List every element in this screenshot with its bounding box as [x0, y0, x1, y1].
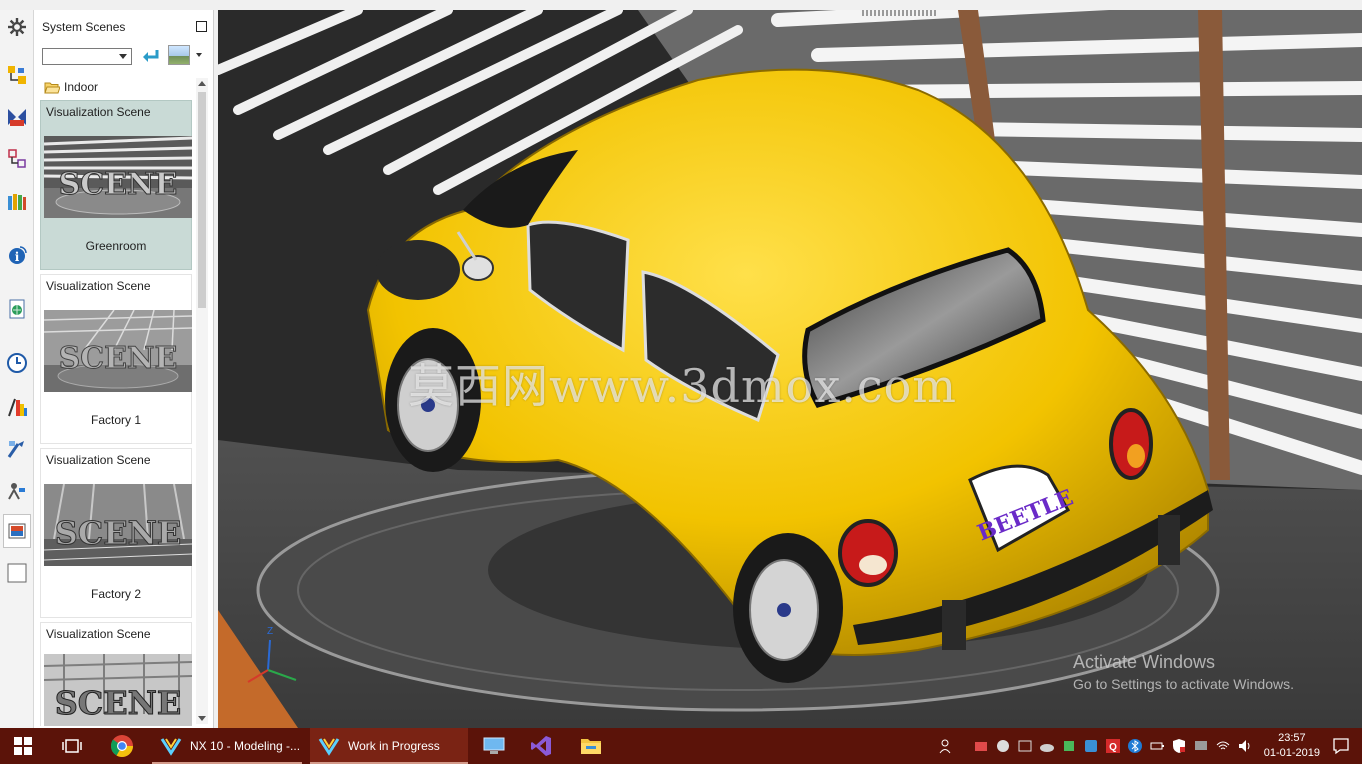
notifications-icon[interactable]: [1332, 737, 1350, 755]
nx-app-icon: [160, 738, 182, 756]
scene-name: Greenroom: [85, 239, 147, 253]
taskbar-app-work-in-progress[interactable]: Work in Progress: [310, 728, 468, 764]
scene-category: Visualization Scene: [46, 627, 151, 641]
taskbar-clock[interactable]: 23:57 01-01-2019: [1264, 731, 1320, 761]
sync-icon[interactable]: [994, 737, 1012, 755]
scene-category: Visualization Scene: [46, 105, 151, 119]
system-tray: Q 23:57 01-01-2019: [936, 728, 1362, 764]
scene-thumbnail: SCENE: [44, 136, 192, 218]
clock-time: 23:57: [1278, 732, 1306, 744]
svg-text:Q: Q: [1109, 742, 1117, 753]
history-icon[interactable]: [4, 350, 30, 376]
scroll-up-arrow-icon[interactable]: [198, 81, 206, 86]
people-icon[interactable]: [938, 737, 956, 755]
clock-date: 01-01-2019: [1263, 747, 1320, 759]
quickheal-icon[interactable]: Q: [1104, 737, 1122, 755]
panel-title: System Scenes: [42, 20, 126, 34]
assembly-navigator-icon[interactable]: [4, 62, 30, 88]
bluetooth-icon[interactable]: [1126, 737, 1144, 755]
process-studio-icon[interactable]: [4, 394, 30, 420]
activate-windows-notice: Activate Windows Go to Settings to activ…: [1073, 652, 1294, 692]
scene-category: Visualization Scene: [46, 279, 151, 293]
panel-scrollbar[interactable]: [196, 78, 208, 724]
svg-text:SCENE: SCENE: [59, 341, 178, 376]
activate-title: Activate Windows: [1073, 652, 1216, 672]
svg-text:SCENE: SCENE: [55, 514, 182, 552]
scene-item-factory-1[interactable]: Visualization Scene SCENE Factory 1: [40, 274, 192, 444]
graphics-window[interactable]: BEETLE Z 莫西网www.3dmox.com Activate Windo…: [218, 10, 1362, 728]
activate-subtitle: Go to Settings to activate Windows.: [1073, 676, 1294, 692]
system-scenes-panel: System Scenes Indoor Visualization Scene: [34, 10, 214, 728]
apply-scene-icon[interactable]: [140, 46, 160, 66]
empty-tab-icon[interactable]: [4, 560, 30, 586]
scene-thumbnail: SCENE: [44, 484, 192, 566]
svg-text:Z: Z: [267, 626, 273, 637]
computer-icon[interactable]: [482, 728, 506, 764]
nx-application-window: i System Scenes Indoor Visualization Sce…: [0, 0, 1362, 728]
reuse-library-icon[interactable]: [4, 188, 30, 214]
defender-icon[interactable]: [1170, 737, 1188, 755]
background-image-icon[interactable]: [168, 45, 190, 65]
scene-selector-dropdown[interactable]: [42, 48, 132, 65]
roles-icon[interactable]: [4, 478, 30, 504]
svg-text:SCENE: SCENE: [55, 684, 182, 722]
part-navigator-icon[interactable]: [4, 146, 30, 172]
scene-list: Visualization Scene SCENE Greenroom Visu…: [40, 100, 194, 726]
display-icon[interactable]: [1192, 737, 1210, 755]
app-tray-icon[interactable]: [1082, 737, 1100, 755]
windows-taskbar: NX 10 - Modeling -... Work in Progress Q…: [0, 728, 1362, 764]
scrollbar-thumb[interactable]: [198, 92, 206, 308]
scene-category: Visualization Scene: [46, 453, 151, 467]
scene-name: Factory 2: [90, 587, 141, 601]
info-icon[interactable]: i: [4, 242, 30, 268]
scene-thumbnail: SCENE: [44, 654, 192, 726]
system-scenes-tab-icon[interactable]: [3, 514, 31, 548]
taskbar-app-label: NX 10 - Modeling -...: [190, 739, 301, 753]
folder-open-icon: [44, 82, 60, 93]
toolbar-grip[interactable]: [862, 10, 938, 16]
folder-row[interactable]: Indoor: [44, 78, 98, 96]
folder-label: Indoor: [64, 80, 99, 94]
taskbar-app-label: Work in Progress: [348, 739, 440, 753]
panel-maximize-icon[interactable]: [196, 21, 207, 32]
file-explorer-icon[interactable]: [580, 728, 602, 764]
scene-thumbnail: SCENE: [44, 310, 192, 392]
settings-icon[interactable]: [4, 14, 30, 40]
visual-studio-icon[interactable]: [530, 728, 552, 764]
chevron-down-icon[interactable]: [196, 53, 202, 57]
watermark-text: 莫西网www.3dmox.com: [408, 359, 957, 413]
security-icon[interactable]: [1060, 737, 1078, 755]
windows-start-icon[interactable]: [14, 728, 32, 764]
volume-icon[interactable]: [1236, 737, 1254, 755]
web-browser-icon[interactable]: [4, 296, 30, 322]
taskbar-app-nx[interactable]: NX 10 - Modeling -...: [152, 728, 302, 764]
task-view-icon[interactable]: [62, 728, 82, 764]
resource-bar: i: [0, 10, 34, 728]
scene-item-4[interactable]: Visualization Scene SCENE: [40, 622, 192, 726]
device-icon[interactable]: [1016, 737, 1034, 755]
network-tools-icon[interactable]: [972, 737, 990, 755]
svg-text:i: i: [15, 250, 20, 264]
manufacturing-wizards-icon[interactable]: [4, 436, 30, 462]
chevron-down-icon[interactable]: [119, 54, 127, 59]
battery-icon[interactable]: [1148, 737, 1166, 755]
cloud-icon[interactable]: [1038, 737, 1056, 755]
scene-name: Factory 1: [90, 413, 141, 427]
scene-item-factory-2[interactable]: Visualization Scene SCENE Factory 2: [40, 448, 192, 618]
scroll-down-arrow-icon[interactable]: [198, 716, 206, 721]
chrome-icon[interactable]: [110, 728, 134, 764]
svg-text:SCENE: SCENE: [59, 167, 178, 202]
wifi-icon[interactable]: [1214, 737, 1232, 755]
scene-item-greenroom[interactable]: Visualization Scene SCENE Greenroom: [40, 100, 192, 270]
nx-app-icon: [318, 738, 340, 756]
constraint-navigator-icon[interactable]: [4, 104, 30, 130]
